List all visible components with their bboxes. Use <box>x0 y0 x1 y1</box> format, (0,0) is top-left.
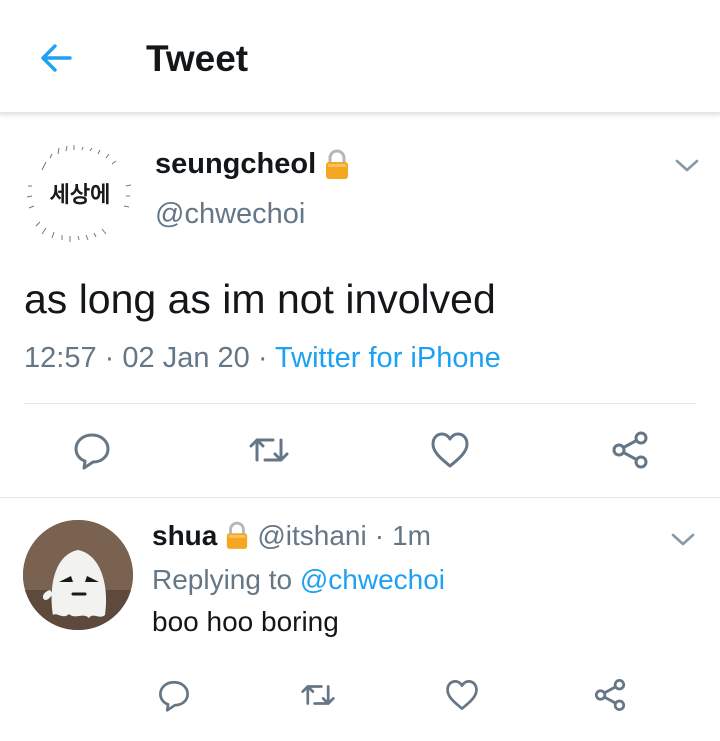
reply-author-handle[interactable]: @itshani <box>257 520 366 552</box>
reply-tweet[interactable]: shua @itshani · 1m Replying to @chwechoi… <box>0 498 720 741</box>
reply-icon <box>159 680 189 712</box>
tweet-date: 02 Jan 20 <box>122 342 250 374</box>
chevron-down-icon <box>675 159 699 172</box>
chevron-down-icon <box>671 533 695 546</box>
meta-separator: · <box>374 520 385 551</box>
share-icon <box>612 431 648 469</box>
app-header: Tweet <box>0 0 720 114</box>
main-tweet: 세상에 seungcheol @chwechoi as long as im n… <box>0 116 720 498</box>
reply-header: shua @itshani · 1m <box>152 520 431 552</box>
like-icon <box>446 680 478 710</box>
back-arrow-icon <box>41 44 72 72</box>
retweet-button[interactable] <box>247 428 291 472</box>
tweet-time: 12:57 <box>24 342 97 374</box>
reply-author-name[interactable]: shua <box>152 520 217 552</box>
reply-text: boo hoo boring <box>152 606 339 637</box>
share-button[interactable] <box>608 428 652 472</box>
author-name[interactable]: seungcheol <box>155 148 350 181</box>
tweet-meta: 12:57 · 02 Jan 20 · Twitter for iPhone <box>24 342 501 375</box>
retweet-button[interactable] <box>296 673 340 717</box>
share-icon <box>594 679 626 711</box>
reply-time: 1m <box>392 520 431 551</box>
reply-button[interactable] <box>70 428 114 472</box>
retweet-icon <box>249 438 289 462</box>
share-button[interactable] <box>588 673 632 717</box>
divider <box>24 403 696 404</box>
meta-separator: · <box>104 342 115 374</box>
author-handle[interactable]: @chwechoi <box>155 198 305 231</box>
like-icon <box>431 432 469 468</box>
lock-icon <box>227 521 248 549</box>
avatar[interactable] <box>23 520 133 630</box>
avatar-text: 세상에 <box>50 183 111 208</box>
back-button[interactable] <box>36 38 76 78</box>
replying-to: Replying to @chwechoi <box>152 564 445 596</box>
tweet-text: as long as im not involved <box>24 276 496 322</box>
mention-link[interactable]: @chwechoi <box>300 564 445 595</box>
page-title: Tweet <box>146 38 249 79</box>
lock-icon <box>326 149 349 179</box>
author-name-text: seungcheol <box>155 148 317 180</box>
retweet-icon <box>301 685 335 705</box>
reply-button[interactable] <box>152 673 196 717</box>
like-button[interactable] <box>428 428 472 472</box>
tweet-menu-button[interactable] <box>668 524 698 554</box>
meta-separator: · <box>257 342 268 374</box>
tweet-menu-button[interactable] <box>672 150 702 180</box>
tweet-source-link[interactable]: Twitter for iPhone <box>275 342 501 374</box>
like-button[interactable] <box>440 673 484 717</box>
reply-icon <box>74 433 110 470</box>
replying-label: Replying to <box>152 564 293 595</box>
avatar[interactable]: 세상에 <box>22 136 138 252</box>
